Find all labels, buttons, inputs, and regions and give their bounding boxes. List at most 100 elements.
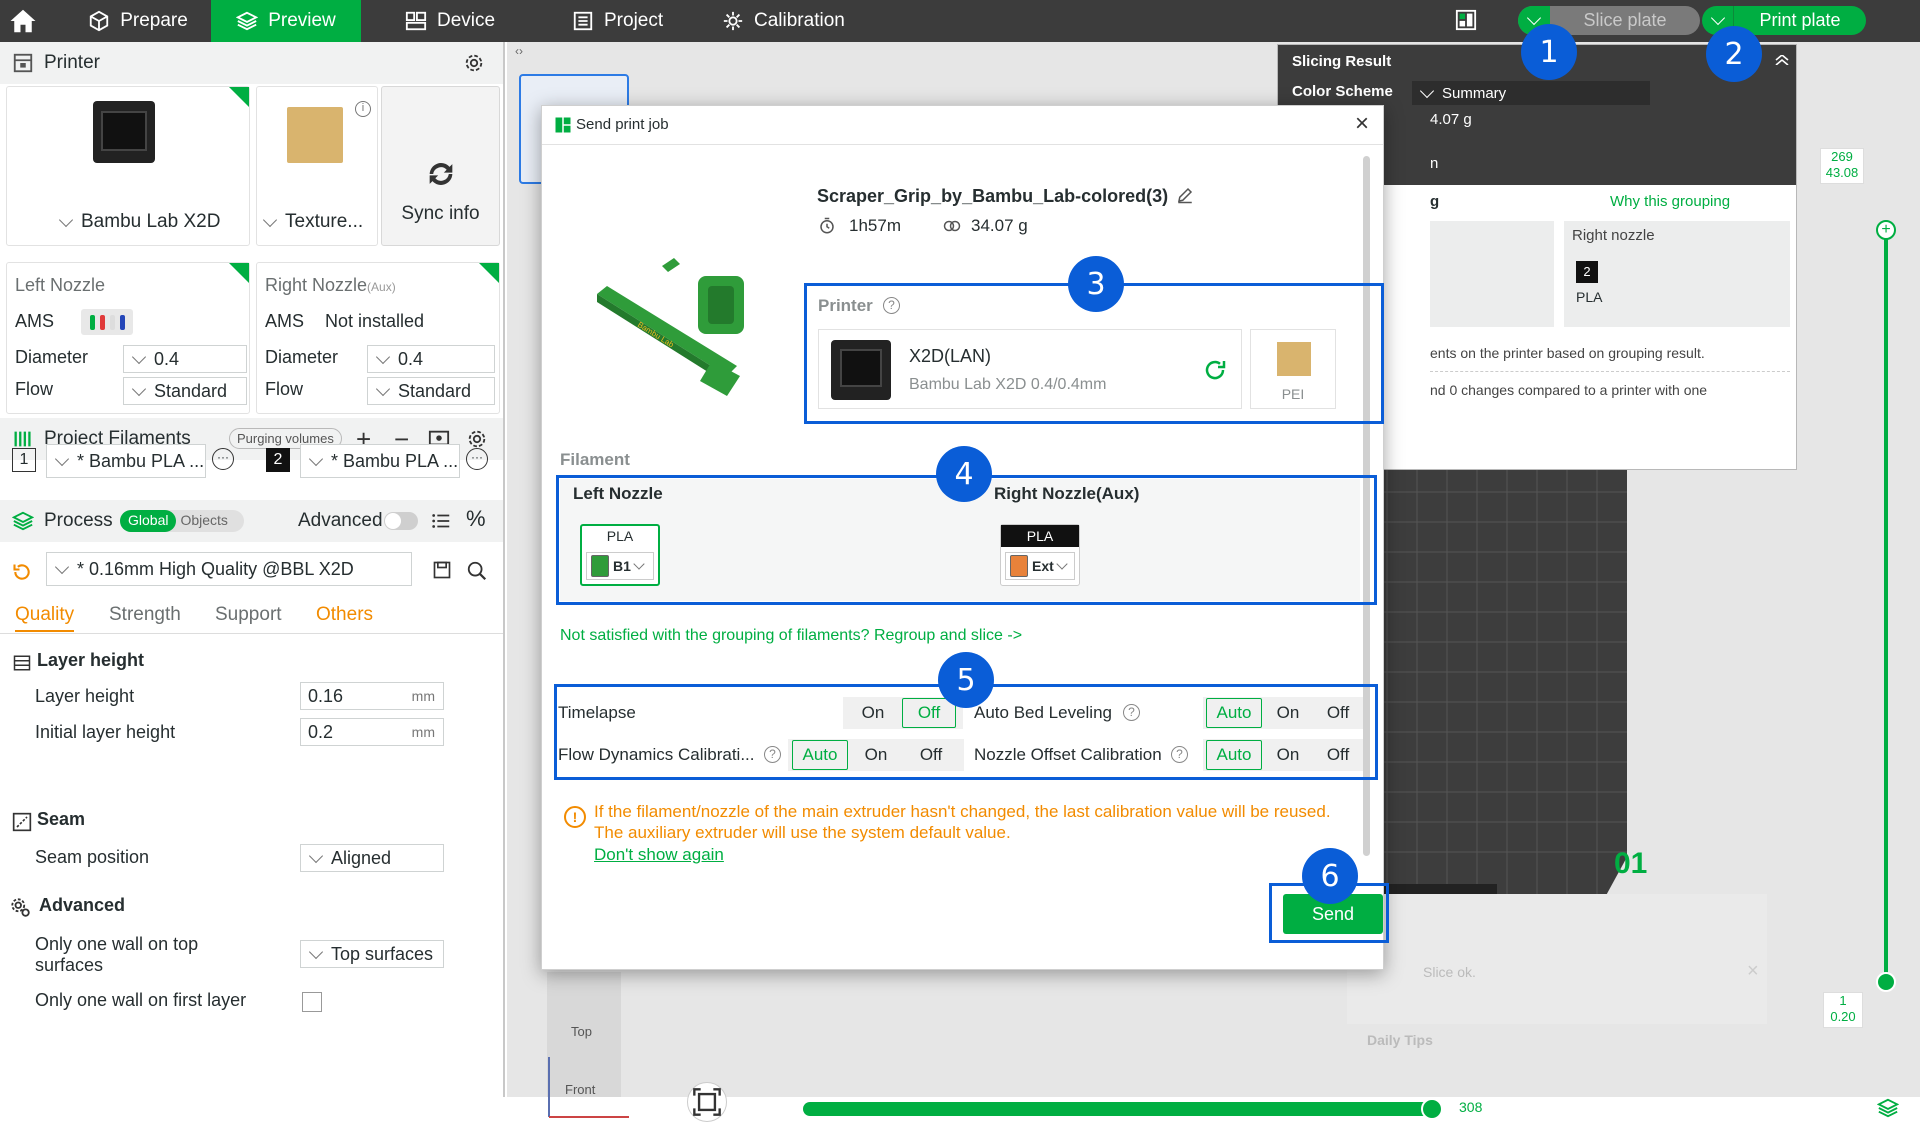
gear-icon[interactable] <box>463 52 485 74</box>
one-wall-first-checkbox[interactable] <box>302 992 322 1012</box>
why-grouping-link[interactable]: Why this grouping <box>1610 193 1730 210</box>
tab-quality[interactable]: Quality <box>15 604 75 632</box>
advanced-label: Advanced <box>298 510 383 531</box>
one-wall-top-label: Only one wall on top surfaces <box>35 934 199 975</box>
layer-top-value: 269 <box>1831 149 1853 164</box>
tab-preview[interactable]: Preview <box>211 0 361 42</box>
initial-layer-unit: mm <box>411 724 435 740</box>
print-time: 1h57m <box>849 216 901 235</box>
process-scope-toggle[interactable]: Global Objects <box>120 510 244 532</box>
filament-icon <box>14 431 31 447</box>
right-nozzle-title-text: Right Nozzle <box>265 275 368 295</box>
percent-icon[interactable]: % <box>466 506 486 532</box>
plate-type-card[interactable]: i Texture... <box>256 86 378 246</box>
multi-device-icon[interactable] <box>1455 9 1477 31</box>
right-nozzle-card: Right Nozzle(Aux) AMS Not installed Diam… <box>256 262 500 414</box>
layer-height-input[interactable]: 0.16 mm <box>300 682 444 710</box>
layer-height-label: Layer height <box>35 686 135 706</box>
filament-2-more-icon[interactable]: ··· <box>466 448 488 470</box>
info-icon[interactable]: i <box>355 101 371 117</box>
bambu-logo-icon <box>555 117 571 133</box>
right-ams-value: Not installed <box>325 311 425 331</box>
tab-strength[interactable]: Strength <box>109 604 181 626</box>
collapse-sidebar-icon[interactable]: ‹› <box>515 44 523 58</box>
advanced-toggle[interactable] <box>384 512 418 530</box>
right-diameter-select[interactable]: 0.4 <box>367 345 495 373</box>
printer-card[interactable]: Bambu Lab X2D <box>6 86 250 246</box>
left-diameter-select[interactable]: 0.4 <box>123 345 247 373</box>
seam-position-select[interactable]: Aligned <box>300 844 444 872</box>
reset-view-icon[interactable] <box>687 1082 727 1122</box>
filament-1-more-icon[interactable]: ··· <box>212 448 234 470</box>
dialog-title-divider <box>542 144 1383 145</box>
reset-icon[interactable] <box>12 562 32 582</box>
printer-name-select[interactable]: Bambu Lab X2D <box>51 211 220 233</box>
collapse-up-icon[interactable] <box>1775 55 1789 65</box>
save-icon[interactable] <box>432 560 452 580</box>
color-scheme-label: Color Scheme <box>1292 83 1393 100</box>
close-notification-icon[interactable]: × <box>1747 960 1759 983</box>
left-nozzle-title: Left Nozzle <box>15 275 106 295</box>
file-name: Scraper_Grip_by_Bambu_Lab-colored(3) <box>817 186 1169 206</box>
seam-position-label: Seam position <box>35 847 150 867</box>
tab-project[interactable]: Project <box>572 0 702 42</box>
sync-info-button[interactable]: Sync info <box>381 86 500 246</box>
layer-slider-top-handle[interactable]: + <box>1876 220 1896 240</box>
process-title: Process <box>44 510 113 531</box>
left-ams-label: AMS <box>15 311 55 331</box>
tab-prepare[interactable]: Prepare <box>68 0 208 42</box>
ams-slots-indicator[interactable] <box>81 309 133 335</box>
move-slider-handle[interactable] <box>1421 1098 1443 1120</box>
right-flow-value: Standard <box>398 380 472 401</box>
tab-calibration-label: Calibration <box>754 10 845 31</box>
home-icon[interactable] <box>8 6 38 36</box>
tab-support[interactable]: Support <box>215 604 282 626</box>
layers-stack-icon[interactable] <box>1877 1097 1899 1119</box>
tab-device[interactable]: Device <box>405 0 525 42</box>
right-nozzle-group-box: Right nozzle 2 PLA <box>1564 221 1790 327</box>
search-icon[interactable] <box>466 560 488 582</box>
slice-plate-label: Slice plate <box>1583 10 1667 30</box>
slicing-result-title: Slicing Result <box>1292 53 1392 70</box>
project-icon <box>573 11 593 31</box>
color-scheme-select[interactable]: Summary <box>1412 81 1650 105</box>
process-section-header: Process Global Objects Advanced % <box>0 500 503 542</box>
objects-toggle[interactable]: Objects <box>176 510 231 532</box>
move-slider-value: 308 <box>1453 1097 1489 1117</box>
seam-group-title: Seam <box>37 809 86 829</box>
filament-2-select[interactable]: * Bambu PLA ... <box>300 444 460 478</box>
daily-tips-label[interactable]: Daily Tips <box>1367 1032 1433 1048</box>
regroup-link[interactable]: Not satisfied with the grouping of filam… <box>560 627 1022 645</box>
annotation-badge-6: 6 <box>1302 848 1358 904</box>
color-scheme-value: Summary <box>1442 84 1507 102</box>
left-nozzle-group-box <box>1430 221 1554 327</box>
printer-card-corner <box>229 87 249 107</box>
filament-weight: 34.07 g <box>971 216 1028 235</box>
filament-settings-icon[interactable] <box>466 428 488 450</box>
annotation-badge-5: 5 <box>938 652 994 708</box>
edit-name-icon[interactable] <box>1176 186 1194 204</box>
plate-type-select[interactable]: Texture... <box>262 211 363 233</box>
move-slider-track[interactable] <box>803 1102 1429 1116</box>
grouping-title-fragment: g <box>1430 193 1440 210</box>
layer-bottom-value: 1 <box>1839 993 1847 1008</box>
close-dialog-icon[interactable]: × <box>1355 110 1369 138</box>
tab-others[interactable]: Others <box>316 604 373 626</box>
one-wall-top-select[interactable]: Top surfaces <box>300 940 444 968</box>
grouping-note-1: ents on the printer based on grouping re… <box>1430 345 1705 361</box>
initial-layer-height-input[interactable]: 0.2 mm <box>300 718 444 746</box>
left-flow-select[interactable]: Standard <box>123 377 247 405</box>
process-preset-select[interactable]: * 0.16mm High Quality @BBL X2D <box>46 552 412 586</box>
tab-calibration[interactable]: Calibration <box>722 0 872 42</box>
dont-show-again-link[interactable]: Don't show again <box>594 845 724 865</box>
filament-1-select[interactable]: * Bambu PLA ... <box>46 444 206 478</box>
filament-2-index: 2 <box>266 448 290 472</box>
right-flow-select[interactable]: Standard <box>367 377 495 405</box>
right-nozzle-corner <box>479 263 499 283</box>
layer-slider-track[interactable] <box>1884 226 1888 982</box>
layer-slider-bottom-handle[interactable] <box>1876 972 1896 992</box>
list-icon[interactable] <box>430 510 452 532</box>
print-plate-label: Print plate <box>1759 10 1841 30</box>
annotation-badge-3: 3 <box>1068 256 1124 312</box>
global-toggle[interactable]: Global <box>120 510 177 532</box>
